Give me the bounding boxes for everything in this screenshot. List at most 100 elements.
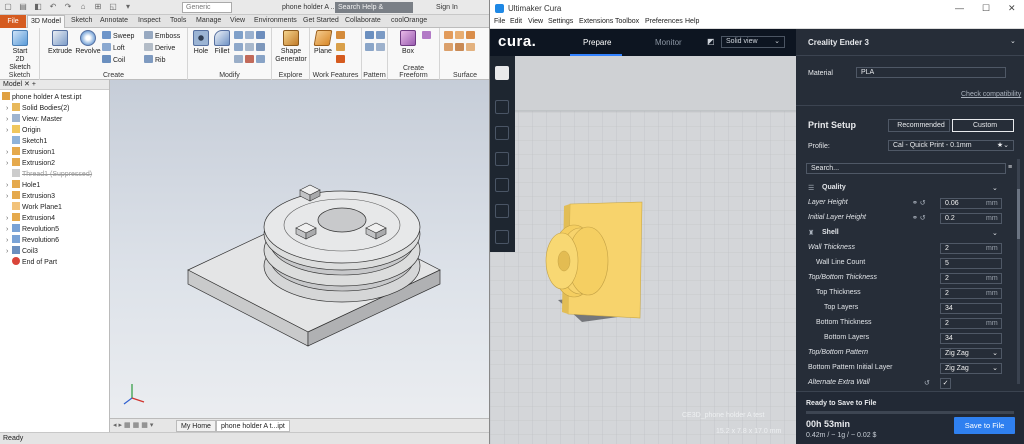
stage-monitor[interactable]: Monitor [655,38,682,47]
tree-item-extrusion1[interactable]: › Extrusion1 [6,147,55,158]
tree-item-origin[interactable]: › Origin [6,125,41,136]
combine-icon[interactable] [256,43,265,51]
settings-search-input[interactable]: Search... [806,163,1006,174]
freeform-extra-button[interactable] [422,31,433,42]
menu-file[interactable]: File [494,18,505,25]
stitch-button[interactable] [444,31,477,42]
box-button[interactable]: Box [396,30,420,56]
shell-icon[interactable] [245,31,254,39]
help-search-input[interactable]: Search Help & Commands... [335,2,413,22]
link-icon[interactable]: ⚭ ↺ [912,214,926,222]
tree-item-work-plane1[interactable]: Work Plane1 [12,202,62,213]
point-button[interactable] [336,43,347,54]
shape-generator-button[interactable]: Shape Generator [274,30,308,64]
thicken-button[interactable] [234,55,267,66]
menu-preferences[interactable]: Preferences [645,18,683,25]
loft-button[interactable]: Loft [102,43,125,54]
setting-top-bottom-pattern[interactable]: Top/Bottom Pattern Zig Zag ⌄ [796,346,1012,361]
mirror-button[interactable] [365,43,387,54]
stage-prepare[interactable]: Prepare [583,38,611,47]
setting-bottom-thickness[interactable]: Bottom Thickness 2 mm [796,316,1012,331]
tab-manage[interactable]: Manage [196,17,221,24]
trim-icon[interactable] [466,31,475,39]
support-blocker-icon[interactable] [495,230,509,244]
view-orientation-icon[interactable]: ◩ [707,37,715,46]
setting-alternate-extra-wall[interactable]: Alternate Extra Wall ↺ ✓ [796,376,1012,391]
alternate-extra-wall-checkbox[interactable]: ✓ [940,378,951,389]
redo-icon[interactable]: ↷ [63,2,73,12]
sketch-pattern-icon[interactable] [376,43,385,51]
per-model-settings-icon[interactable] [495,204,509,218]
tab-coolorange[interactable]: coolOrange [391,17,427,24]
bottom-layers-input[interactable]: 34 [940,333,1002,344]
tree-item-revolution5[interactable]: › Revolution5 [6,224,59,235]
printer-name[interactable]: Creality Ender 3 [808,38,869,47]
recommended-tab[interactable]: Recommended [888,119,950,132]
profile-dropdown[interactable]: Cal - Quick Print - 0.1mm ★⌄ [888,140,1014,151]
setting-top-thickness[interactable]: Top Thickness 2 mm [796,286,1012,301]
split-icon[interactable] [245,43,254,51]
maximize-icon[interactable]: ☐ [982,3,990,14]
settings-scrollbar-thumb[interactable] [1017,189,1020,239]
material-dropdown[interactable]: PLA [856,67,1006,78]
tab-sketch[interactable]: Sketch [71,17,92,24]
bottom-pattern-initial-dropdown[interactable]: Zig Zag ⌄ [940,363,1002,374]
tree-item-thread1[interactable]: Thread1 (Suppressed) [12,169,92,180]
derive-button[interactable]: Derive [144,43,175,54]
build-plate-viewport[interactable]: CE3D_phone holder A test 15.2 x 7.8 x 17… [490,56,796,444]
ucs-button[interactable] [336,55,347,66]
setting-layer-height[interactable]: Layer Height ⚭ ↺ 0.06 mm [796,196,1012,211]
extrude-button[interactable]: Extrude [46,30,74,56]
rect-pattern-button[interactable] [365,31,387,42]
customize-icon[interactable]: ▾ [123,2,133,12]
grid-view-icon[interactable]: ◂▸▦▦▦▾ [113,421,155,429]
rotate-tool-icon[interactable] [495,152,509,166]
menu-help[interactable]: Help [685,18,699,25]
tree-item-end-of-part[interactable]: End of Part [12,257,57,268]
tab-3d-model[interactable]: 3D Model [27,15,65,29]
tree-root[interactable]: phone holder A test.ipt [2,92,81,103]
setting-bottom-pattern-initial[interactable]: Bottom Pattern Initial Layer Zig Zag ⌄ [796,361,1012,376]
tree-item-hole1[interactable]: › Hole1 [6,180,40,191]
home-icon[interactable]: ⌂ [78,2,88,12]
tab-phone-holder[interactable]: phone holder A t...ipt [216,420,290,432]
revolve-button[interactable]: Revolve [74,30,102,56]
link-icon[interactable]: ⚭ ↺ [912,199,926,207]
setting-bottom-layers[interactable]: Bottom Layers 34 [796,331,1012,346]
open-icon[interactable]: ▤ [18,2,28,12]
reset-icon[interactable]: ↺ [924,379,930,387]
tab-inspect[interactable]: Inspect [138,17,161,24]
setting-wall-line-count[interactable]: Wall Line Count 5 [796,256,1012,271]
setting-top-layers[interactable]: Top Layers 34 [796,301,1012,316]
tree-item-coil3[interactable]: › Coil3 [6,246,38,257]
tab-get-started[interactable]: Get Started [303,17,339,24]
wall-line-count-input[interactable]: 5 [940,258,1002,269]
tb-pattern-dropdown[interactable]: Zig Zag ⌄ [940,348,1002,359]
undo-icon[interactable]: ↶ [48,2,58,12]
tree-item-view[interactable]: › View: Master [6,114,62,125]
sweep-button[interactable]: Sweep [102,31,134,42]
tab-tools[interactable]: Tools [170,17,186,24]
sign-in-link[interactable]: Sign In [436,4,458,11]
emboss-button[interactable]: Emboss [144,31,180,42]
save-to-file-button[interactable]: Save to File [954,417,1015,434]
top-layers-input[interactable]: 34 [940,303,1002,314]
select-icon[interactable]: ◱ [108,2,118,12]
menu-extensions[interactable]: Extensions [579,18,613,25]
update-icon[interactable]: ⊞ [93,2,103,12]
hole-button[interactable]: Hole [190,30,212,56]
open-file-icon[interactable] [495,66,509,80]
tree-item-solid-bodies[interactable]: › Solid Bodies(2) [6,103,69,114]
tree-item-extrusion2[interactable]: › Extrusion2 [6,158,55,169]
inventor-3d-viewport[interactable] [110,80,489,432]
tab-annotate[interactable]: Annotate [100,17,128,24]
browser-close-icon[interactable]: ✕ + [24,81,36,88]
rib-button[interactable]: Rib [144,55,166,66]
quality-category[interactable]: ☰ Quality ⌄ [796,181,1012,196]
tab-view[interactable]: View [230,17,245,24]
draft-icon[interactable] [256,31,265,39]
tab-environments[interactable]: Environments [254,17,297,24]
move-face-icon[interactable] [256,55,265,63]
printer-chevron-icon[interactable]: ⌄ [1010,37,1016,45]
menu-settings[interactable]: Settings [548,18,573,25]
